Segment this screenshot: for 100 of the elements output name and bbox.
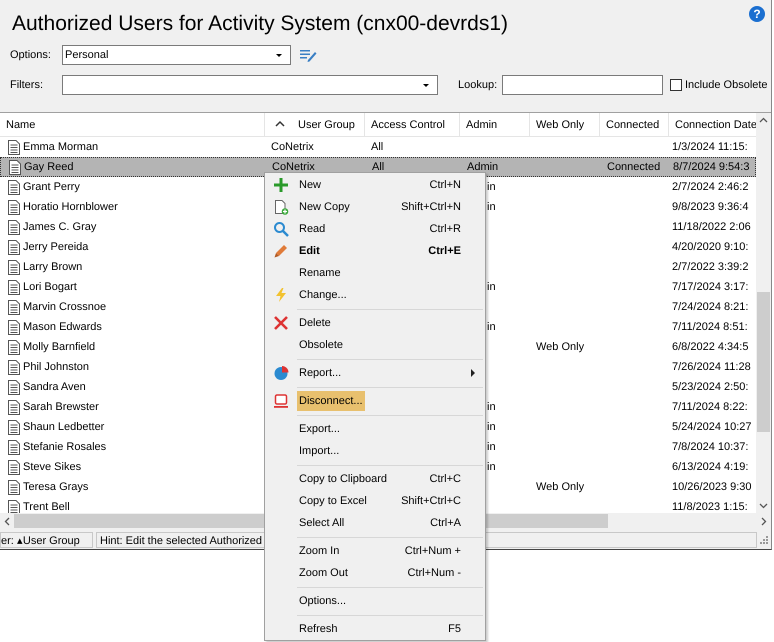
document-icon: [8, 480, 20, 494]
monitor-icon: [273, 393, 289, 409]
table-cell: Sarah Brewster: [23, 401, 99, 413]
document-icon: [8, 240, 20, 254]
table-cell: Steve Sikes: [23, 461, 82, 473]
table-cell: 1/3/2024 11:15:: [672, 141, 748, 153]
menu-item[interactable]: Delete: [265, 312, 485, 334]
table-cell: Mason Edwards: [23, 321, 102, 333]
table-cell: James C. Gray: [23, 221, 96, 233]
filters-label: Filters:: [10, 79, 44, 91]
table-cell: Jerry Pereida: [23, 241, 88, 253]
window-title: Authorized Users for Activity System (cnx00-devrds1): [12, 11, 508, 37]
table-cell: Teresa Grays: [23, 481, 88, 493]
menu-item[interactable]: Disconnect...: [265, 390, 485, 412]
menu-item[interactable]: Zoom Out Ctrl+Num -: [265, 562, 485, 584]
menu-item[interactable]: New Ctrl+N: [265, 174, 485, 196]
table-cell: Web Only: [536, 341, 584, 353]
column-header[interactable]: Connected: [600, 113, 669, 136]
document-icon: [8, 380, 20, 394]
table-cell: 7/26/2024 11:28: [672, 361, 751, 373]
lookup-field[interactable]: [502, 75, 663, 95]
menu-item[interactable]: New Copy Shift+Ctrl+N: [265, 196, 485, 218]
column-header[interactable]: Name: [0, 113, 265, 136]
table-cell: 11/18/2022 2:06: [672, 221, 751, 233]
lightning-icon: [273, 287, 289, 303]
document-icon: [8, 400, 20, 414]
selected-row[interactable]: Gay Reed CoNetrix All Admin Connected 8/7/2024 9:54:3: [0, 157, 756, 177]
table-cell: Stefanie Rosales: [23, 441, 106, 453]
table-cell: Gay Reed: [24, 161, 74, 173]
table-cell: in: [487, 321, 496, 333]
table-cell: Connected: [607, 161, 660, 173]
scroll-thumb[interactable]: [757, 292, 770, 432]
table-cell: 6/8/2022 4:34:5: [672, 341, 748, 353]
resize-grip-icon: [759, 534, 769, 544]
table-cell: in: [487, 281, 496, 293]
menu-item[interactable]: Change...: [265, 284, 485, 306]
include-obsolete-checkbox[interactable]: [670, 79, 682, 91]
menu-item[interactable]: Export...: [265, 418, 485, 440]
table-cell: in: [487, 421, 496, 433]
menu-item[interactable]: Copy to Clipboard Ctrl+C: [265, 468, 485, 490]
menu-item[interactable]: Import...: [265, 440, 485, 462]
table-cell: 9/8/2023 9:36:4: [672, 201, 748, 213]
table-cell: CoNetrix: [272, 161, 315, 173]
submenu-arrow-icon: [470, 369, 476, 377]
column-header[interactable]: Access Control: [365, 113, 460, 136]
document-icon: [8, 180, 20, 194]
options-label: Options:: [10, 49, 52, 61]
document-icon: [9, 160, 21, 174]
plus-icon: [273, 177, 289, 193]
table-cell: Lori Bogart: [23, 281, 77, 293]
table-cell: 11/8/2023 1:15:: [672, 501, 748, 513]
table-cell: 10/26/2023 9:30: [672, 481, 752, 493]
table-cell: in: [487, 201, 496, 213]
table-cell: in: [487, 401, 496, 413]
menu-item[interactable]: Select All Ctrl+A: [265, 512, 485, 534]
table-cell: 7/11/2024 8:22:: [672, 401, 748, 413]
document-icon: [8, 220, 20, 234]
table-cell: 5/23/2024 2:50:: [672, 381, 748, 393]
vertical-scrollbar[interactable]: [756, 113, 771, 513]
edit-list-icon[interactable]: [299, 47, 317, 63]
delete-icon: [273, 315, 289, 331]
table-cell: 2/7/2022 3:39:2: [672, 261, 748, 273]
status-sort: er: ▴User Group: [0, 532, 93, 548]
new-copy-icon: [273, 199, 289, 215]
options-dropdown[interactable]: Personal: [62, 45, 291, 65]
table-cell: 4/20/2020 9:10:: [672, 241, 748, 253]
menu-item[interactable]: Read Ctrl+R: [265, 218, 485, 240]
table-cell: 7/11/2024 8:51:: [672, 321, 748, 333]
menu-item[interactable]: Obsolete: [265, 334, 485, 356]
filters-dropdown[interactable]: [62, 75, 438, 95]
sort-ascending-icon: [275, 120, 285, 128]
search-icon: [273, 221, 289, 237]
table-cell: Horatio Hornblower: [23, 201, 118, 213]
table-cell: 6/13/2024 4:19:: [672, 461, 748, 473]
menu-item[interactable]: Rename: [265, 262, 485, 284]
menu-item[interactable]: Refresh F5: [265, 618, 485, 640]
table-cell: Phil Johnston: [23, 361, 90, 373]
table-cell: Admin: [467, 161, 498, 173]
help-button[interactable]: ?: [749, 6, 765, 22]
table-cell: in: [487, 461, 496, 473]
column-header[interactable]: Web Only: [530, 113, 600, 136]
menu-item[interactable]: Copy to Excel Shift+Ctrl+C: [265, 490, 485, 512]
table-cell: Larry Brown: [23, 261, 82, 273]
table-cell: CoNetrix: [271, 141, 314, 153]
document-icon: [8, 200, 20, 214]
table-cell: All: [371, 141, 384, 153]
table-cell: All: [372, 161, 384, 173]
document-icon: [8, 340, 20, 354]
document-icon: [8, 280, 20, 294]
document-icon: [8, 440, 20, 454]
column-header[interactable]: User Group: [265, 113, 365, 136]
menu-item[interactable]: Report...: [265, 362, 485, 384]
menu-item[interactable]: Edit Ctrl+E: [265, 240, 485, 262]
menu-item[interactable]: Options...: [265, 590, 485, 612]
pie-chart-icon: [273, 365, 289, 381]
document-icon: [8, 320, 20, 334]
document-icon: [8, 140, 20, 154]
table-cell: Shaun Ledbetter: [23, 421, 104, 433]
column-header[interactable]: Admin: [460, 113, 530, 136]
lookup-label: Lookup:: [458, 79, 498, 91]
